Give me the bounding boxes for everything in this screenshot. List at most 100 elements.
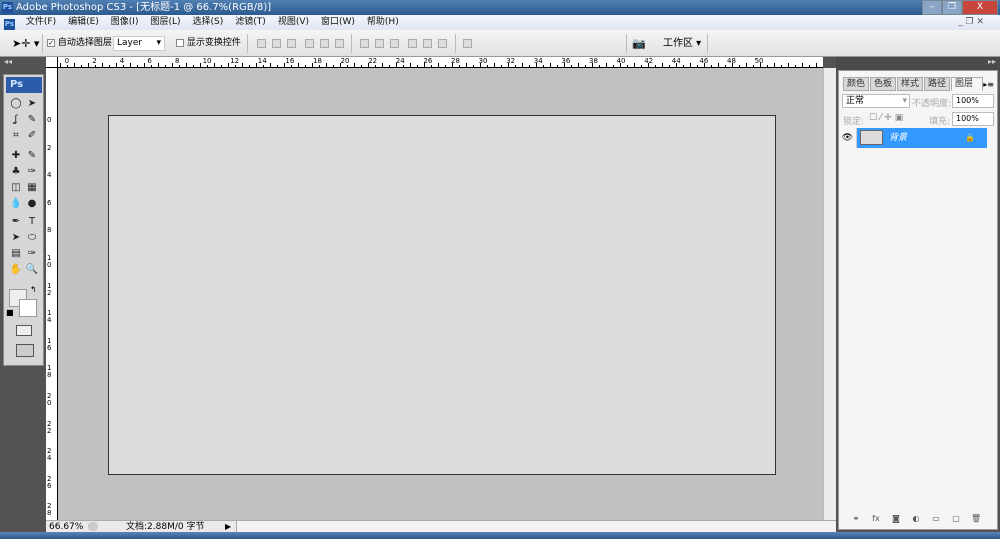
- swap-colors-icon[interactable]: ↰: [30, 285, 37, 294]
- eraser-tool-icon[interactable]: ◫: [9, 181, 23, 194]
- move-tool-icon[interactable]: ➤✛ ▾: [12, 30, 39, 57]
- dodge-tool-icon[interactable]: ●: [25, 197, 39, 210]
- align-right-icon[interactable]: [335, 39, 344, 48]
- horizontal-scrollbar[interactable]: [236, 521, 836, 532]
- ruler-label: 0: [47, 116, 52, 124]
- clone-stamp-icon[interactable]: ♣: [9, 165, 23, 178]
- vertical-scrollbar[interactable]: [823, 68, 836, 520]
- new-group-icon[interactable]: ▭: [931, 514, 941, 524]
- minimize-button[interactable]: –: [922, 0, 942, 15]
- fill-label: 填充:: [929, 117, 951, 127]
- crop-tool-icon[interactable]: ⌗: [9, 129, 23, 142]
- menu-image[interactable]: 图像(I): [111, 15, 139, 30]
- background-color-swatch[interactable]: [19, 299, 37, 317]
- align-top-icon[interactable]: [257, 39, 266, 48]
- ruler-label: 10: [202, 57, 212, 65]
- marquee-tool-icon[interactable]: ◯: [9, 97, 23, 110]
- document-canvas[interactable]: [108, 115, 776, 475]
- tab-paths[interactable]: 路径: [924, 77, 951, 91]
- menu-filter[interactable]: 滤镜(T): [235, 15, 266, 30]
- fill-input[interactable]: 100%: [952, 112, 994, 126]
- auto-select-dropdown[interactable]: Layer ▾: [113, 36, 165, 51]
- show-transform-checkbox[interactable]: 显示变换控件: [176, 30, 241, 57]
- doc-window-controls[interactable]: _ ❐ ✕: [958, 15, 984, 30]
- layer-style-icon[interactable]: fx: [871, 514, 881, 524]
- auto-select-label: 自动选择图层: [57, 38, 112, 48]
- screen-mode-icon[interactable]: [16, 344, 34, 357]
- auto-select-checkbox[interactable]: ✓ 自动选择图层: [47, 30, 112, 57]
- menu-edit[interactable]: 编辑(E): [68, 15, 99, 30]
- blend-mode-select[interactable]: 正常 ▾: [842, 94, 910, 108]
- ruler-label: 22: [47, 419, 52, 435]
- vertical-ruler: 0 2 4 6 8 10 12 14 16 18 20 22 24 26 28: [46, 68, 58, 520]
- type-tool-icon[interactable]: T: [25, 215, 39, 228]
- opacity-value: 100%: [956, 96, 979, 105]
- tab-styles[interactable]: 样式: [897, 77, 924, 91]
- distribute-hcenter-icon[interactable]: [423, 39, 432, 48]
- align-vcenter-icon[interactable]: [272, 39, 281, 48]
- tab-layers[interactable]: 图层 ✕: [951, 77, 983, 101]
- restore-button[interactable]: ❐: [942, 0, 962, 15]
- layer-mask-icon[interactable]: ◙: [891, 514, 901, 524]
- path-select-icon[interactable]: ➤: [9, 231, 23, 244]
- zoom-tool-icon[interactable]: 🔍: [25, 263, 39, 276]
- eyedropper-icon[interactable]: ✑: [25, 247, 39, 260]
- distribute-bottom-icon[interactable]: [390, 39, 399, 48]
- tab-swatches[interactable]: 色板: [870, 77, 897, 91]
- distribute-top-icon[interactable]: [360, 39, 369, 48]
- visibility-eye-icon[interactable]: 👁: [839, 128, 857, 148]
- tab-color[interactable]: 颜色: [843, 77, 870, 91]
- bridge-icon[interactable]: 📷: [632, 30, 646, 57]
- shape-tool-icon[interactable]: ⬭: [25, 231, 39, 244]
- notes-tool-icon[interactable]: ▤: [9, 247, 23, 260]
- layer-row[interactable]: 背景 🔒: [857, 128, 987, 148]
- close-button[interactable]: X: [962, 0, 998, 15]
- link-layers-icon[interactable]: ⚭: [851, 514, 861, 524]
- workspace-button[interactable]: 工作区 ▾: [663, 30, 701, 57]
- menu-help[interactable]: 帮助(H): [367, 15, 399, 30]
- expand-panels-icon[interactable]: ▸▸: [988, 57, 996, 66]
- align-hcenter-icon[interactable]: [320, 39, 329, 48]
- new-layer-icon[interactable]: ▢: [951, 514, 961, 524]
- zoom-preview-icon[interactable]: [88, 522, 98, 531]
- distribute-vcenter-icon[interactable]: [375, 39, 384, 48]
- menu-select[interactable]: 选择(S): [193, 15, 224, 30]
- panel-menu-icon[interactable]: ▸≡: [983, 80, 994, 89]
- healing-brush-icon[interactable]: ✚: [9, 149, 23, 162]
- default-colors-icon[interactable]: ■: [6, 308, 14, 317]
- distribute-right-icon[interactable]: [438, 39, 447, 48]
- delete-layer-icon[interactable]: 🗑: [971, 514, 981, 524]
- ruler-label: 22: [368, 57, 378, 65]
- toolbox-collapse[interactable]: ◂◂: [0, 57, 46, 67]
- history-brush-icon[interactable]: ✑: [25, 165, 39, 178]
- ruler-label: 2: [92, 57, 97, 65]
- menu-bar: Ps 文件(F) 编辑(E) 图像(I) 图层(L) 选择(S) 滤镜(T) 视图(V) 窗口…: [0, 15, 1000, 30]
- gradient-tool-icon[interactable]: ▦: [25, 181, 39, 194]
- magic-wand-icon[interactable]: ✎: [25, 113, 39, 126]
- align-left-icon[interactable]: [305, 39, 314, 48]
- ruler-label: 12: [230, 57, 240, 65]
- tab-label: 图层: [955, 79, 974, 89]
- opacity-input[interactable]: 100%: [952, 94, 994, 108]
- slice-tool-icon[interactable]: ✐: [25, 129, 39, 142]
- menu-file[interactable]: 文件(F): [26, 15, 56, 30]
- pen-tool-icon[interactable]: ✒: [9, 215, 23, 228]
- ruler-origin[interactable]: [46, 57, 58, 68]
- layer-name[interactable]: 背景: [889, 128, 907, 148]
- align-bottom-icon[interactable]: [287, 39, 296, 48]
- menu-view[interactable]: 视图(V): [278, 15, 309, 30]
- lock-icons[interactable]: ☐ ⁄ ✛ ▣: [869, 113, 903, 123]
- blur-tool-icon[interactable]: 💧: [9, 197, 23, 210]
- adjustment-layer-icon[interactable]: ◐: [911, 514, 921, 524]
- menu-layer[interactable]: 图层(L): [150, 15, 180, 30]
- ruler-label: 24: [395, 57, 405, 65]
- move-tool-icon[interactable]: ➤: [25, 97, 39, 110]
- ruler-label: 14: [257, 57, 267, 65]
- brush-tool-icon[interactable]: ✎: [25, 149, 39, 162]
- quick-mask-icon[interactable]: [16, 325, 32, 336]
- menu-window[interactable]: 窗口(W): [321, 15, 355, 30]
- hand-tool-icon[interactable]: ✋: [9, 263, 23, 276]
- distribute-left-icon[interactable]: [408, 39, 417, 48]
- auto-align-icon[interactable]: [463, 39, 472, 48]
- lasso-tool-icon[interactable]: ʆ: [9, 113, 23, 126]
